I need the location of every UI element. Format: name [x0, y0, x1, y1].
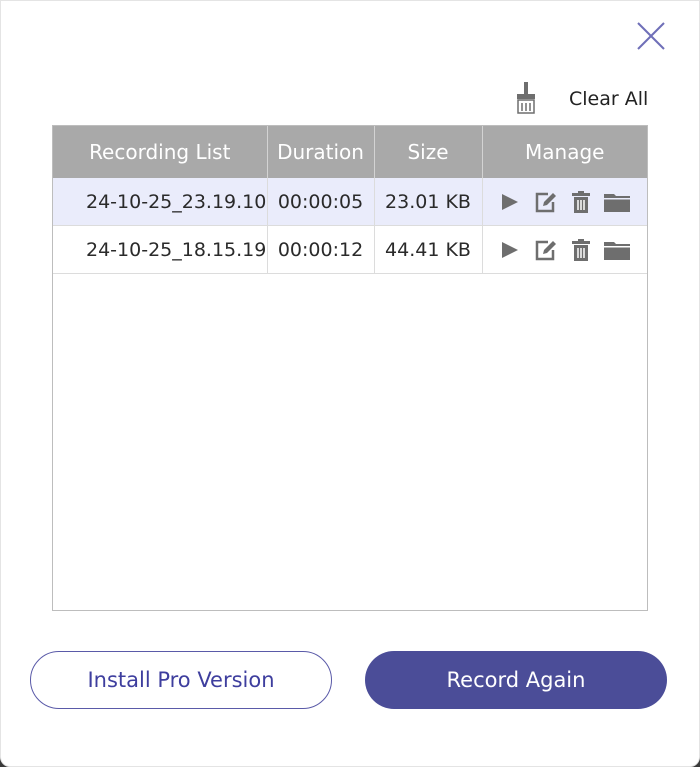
edit-icon[interactable]: [534, 191, 558, 213]
broom-icon: [517, 82, 535, 114]
clear-all-button[interactable]: Clear All: [515, 81, 648, 117]
recording-size: 44.41 KB: [374, 225, 483, 274]
recording-list-dialog: Clear All Recording List Duration Size M…: [0, 0, 700, 767]
folder-icon[interactable]: [603, 192, 630, 212]
table-row[interactable]: 24-10-25_23.19.10 00:00:05 23.01 KB: [53, 178, 647, 226]
close-icon: [637, 22, 665, 50]
play-icon[interactable]: [500, 192, 520, 212]
play-icon[interactable]: [500, 240, 520, 260]
install-pro-button[interactable]: Install Pro Version: [30, 651, 332, 709]
trash-icon[interactable]: [571, 190, 590, 213]
column-header-size: Size: [374, 126, 483, 178]
recording-size: 23.01 KB: [374, 178, 483, 226]
column-header-recording-list: Recording List: [53, 126, 268, 178]
recording-duration: 00:00:12: [267, 225, 375, 274]
edit-icon[interactable]: [534, 239, 558, 261]
trash-icon[interactable]: [571, 238, 590, 261]
clear-all-label: Clear All: [569, 88, 649, 110]
column-header-duration: Duration: [267, 126, 375, 178]
folder-icon[interactable]: [603, 240, 630, 260]
manage-cell: [482, 178, 647, 226]
record-again-button[interactable]: Record Again: [365, 651, 667, 709]
column-header-manage: Manage: [482, 126, 647, 178]
table-row[interactable]: 24-10-25_18.15.19 00:00:12 44.41 KB: [53, 225, 647, 274]
recording-duration: 00:00:05: [267, 178, 375, 226]
recording-name: 24-10-25_18.15.19: [53, 225, 268, 274]
recording-table: Recording List Duration Size Manage 24-1…: [52, 125, 648, 611]
table-header-row: Recording List Duration Size Manage: [53, 126, 647, 178]
close-button[interactable]: [635, 20, 667, 52]
recording-name: 24-10-25_23.19.10: [53, 178, 268, 226]
manage-cell: [482, 225, 647, 274]
